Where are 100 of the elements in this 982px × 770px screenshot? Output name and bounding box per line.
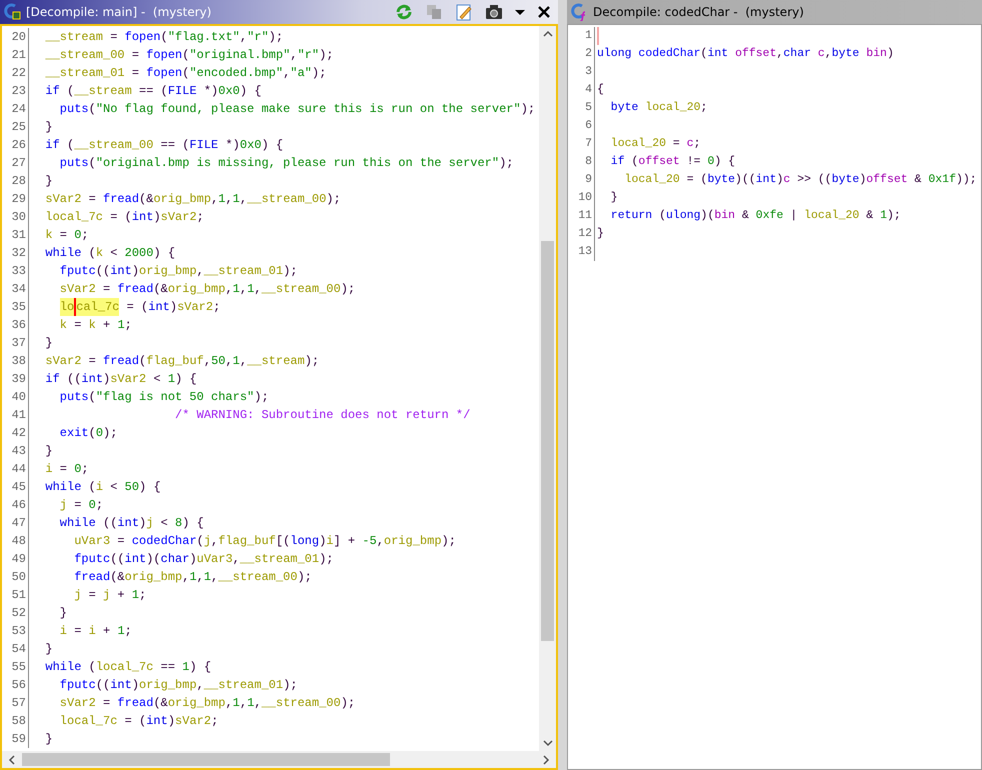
line-number: 43 bbox=[2, 442, 29, 460]
line-number: 53 bbox=[2, 622, 29, 640]
line-number: 51 bbox=[2, 586, 29, 604]
line-number: 27 bbox=[2, 154, 29, 172]
line-number: 52 bbox=[2, 604, 29, 622]
code-line: local_20 = (byte)((int)c >> ((byte)offset & 0x1f)); bbox=[624, 172, 977, 188]
code-line: __stream = fopen("flag.txt","r"); bbox=[44, 29, 284, 46]
code-line: k = 0; bbox=[44, 227, 89, 244]
code-line: puts("original.bmp is missing, please run this on the server"); bbox=[58, 155, 514, 172]
code-line: if (__stream_00 == (FILE *)0x0) { bbox=[44, 137, 284, 154]
line-number: 1 bbox=[568, 27, 595, 45]
line-number: 59 bbox=[2, 730, 29, 748]
line-number: 41 bbox=[2, 406, 29, 424]
code-line: if ((int)sVar2 < 1) { bbox=[44, 371, 197, 388]
code-line: i = 0; bbox=[44, 461, 89, 478]
line-number: 10 bbox=[568, 189, 595, 207]
line-number: 50 bbox=[2, 568, 29, 586]
line-number: 36 bbox=[2, 316, 29, 334]
line-number: 5 bbox=[568, 99, 595, 117]
line-number: 48 bbox=[2, 532, 29, 550]
code-line: ulong codedChar(int offset,char c,byte bin) bbox=[597, 46, 894, 62]
line-number: 58 bbox=[2, 712, 29, 730]
code-line: local_7c = (int)sVar2; bbox=[58, 713, 218, 730]
line-number: 20 bbox=[2, 28, 29, 46]
line-number: 33 bbox=[2, 262, 29, 280]
line-number: 9 bbox=[568, 171, 595, 189]
line-number: 35 bbox=[2, 298, 29, 316]
line-number: 47 bbox=[2, 514, 29, 532]
code-line: local_20 = c; bbox=[610, 136, 701, 152]
code-line: j = j + 1; bbox=[73, 587, 146, 604]
code-line: } bbox=[610, 190, 618, 206]
line-number: 40 bbox=[2, 388, 29, 406]
code-line: fputc((int)orig_bmp,__stream_01); bbox=[58, 677, 298, 694]
code-line: sVar2 = fread(&orig_bmp,1,1,__stream_00); bbox=[58, 695, 356, 712]
line-number: 38 bbox=[2, 352, 29, 370]
code-line: puts("flag is not 50 chars"); bbox=[58, 389, 269, 406]
line-number: 7 bbox=[568, 135, 595, 153]
code-line: uVar3 = codedChar(j,flag_buf[(long)i] + -5,orig_bmp); bbox=[73, 533, 456, 550]
line-number: 3 bbox=[568, 63, 595, 81]
code-line: while (local_7c == 1) { bbox=[44, 659, 212, 676]
code-line: j = 0; bbox=[58, 497, 104, 514]
line-number: 55 bbox=[2, 658, 29, 676]
code-line: } bbox=[44, 731, 53, 748]
line-number: 4 bbox=[568, 81, 595, 99]
line-number: 26 bbox=[2, 136, 29, 154]
line-number: 34 bbox=[2, 280, 29, 298]
code-line: k = k + 1; bbox=[58, 317, 132, 334]
line-number: 56 bbox=[2, 676, 29, 694]
line-number: 24 bbox=[2, 100, 29, 118]
code-line: i = i + 1; bbox=[58, 623, 132, 640]
line-number: 8 bbox=[568, 153, 595, 171]
line-number: 57 bbox=[2, 694, 29, 712]
line-number: 45 bbox=[2, 478, 29, 496]
code-line: /* WARNING: Subroutine does not return */ bbox=[174, 407, 470, 424]
line-number: 23 bbox=[2, 82, 29, 100]
code-line: if (offset != 0) { bbox=[610, 154, 736, 170]
line-number: 44 bbox=[2, 460, 29, 478]
code-line: exit(0); bbox=[58, 425, 118, 442]
code-line: } bbox=[44, 641, 53, 658]
code-line: } bbox=[58, 605, 68, 622]
code-line: lo cal_7c = (int)sVar2; bbox=[58, 298, 220, 316]
line-number: 2 bbox=[568, 45, 595, 63]
code-line: if (__stream == (FILE *)0x0) { bbox=[44, 83, 262, 100]
code-line: sVar2 = fread(flag_buf,50,1,__stream); bbox=[44, 353, 320, 370]
code-line: while (k < 2000) { bbox=[44, 245, 176, 262]
code-line: __stream_01 = fopen("encoded.bmp","a"); bbox=[44, 65, 326, 82]
code-line: } bbox=[597, 226, 604, 242]
line-number: 25 bbox=[2, 118, 29, 136]
line-number: 42 bbox=[2, 424, 29, 442]
line-number: 30 bbox=[2, 208, 29, 226]
line-number: 54 bbox=[2, 640, 29, 658]
line-number: 49 bbox=[2, 550, 29, 568]
line-number: 28 bbox=[2, 172, 29, 190]
code-line: } bbox=[44, 119, 53, 136]
code-line: sVar2 = fread(&orig_bmp,1,1,__stream_00); bbox=[44, 191, 341, 208]
line-number: 6 bbox=[568, 117, 595, 135]
pane-title: Decompile: codedChar - (mystery) bbox=[593, 5, 805, 19]
line-number: 22 bbox=[2, 64, 29, 82]
code-line: return (ulong)(bin & 0xfe | local_20 & 1); bbox=[610, 208, 901, 224]
code-line: } bbox=[44, 173, 53, 190]
line-number: 13 bbox=[568, 243, 595, 261]
code-line: __stream_00 = fopen("original.bmp","r"); bbox=[44, 47, 334, 64]
code-line: sVar2 = fread(&orig_bmp,1,1,__stream_00); bbox=[58, 281, 356, 298]
line-number: 46 bbox=[2, 496, 29, 514]
line-number: 29 bbox=[2, 190, 29, 208]
line-number: 39 bbox=[2, 370, 29, 388]
code-line: while (i < 50) { bbox=[44, 479, 161, 496]
line-number: 12 bbox=[568, 225, 595, 243]
line-number: 11 bbox=[568, 207, 595, 225]
pane-title: [Decompile: main] - (mystery) bbox=[26, 5, 212, 19]
line-number: 21 bbox=[2, 46, 29, 64]
code-line: fputc((int)orig_bmp,__stream_01); bbox=[58, 263, 298, 280]
line-number: 37 bbox=[2, 334, 29, 352]
code-line: { bbox=[597, 82, 604, 98]
code-line: byte local_20; bbox=[610, 100, 708, 116]
code-line: } bbox=[44, 335, 53, 352]
line-number: 31 bbox=[2, 226, 29, 244]
code-line: local_7c = (int)sVar2; bbox=[44, 209, 204, 226]
code-line: fread(&orig_bmp,1,1,__stream_00); bbox=[73, 569, 312, 586]
code-line: fputc((int)(char)uVar3,__stream_01); bbox=[73, 551, 334, 568]
